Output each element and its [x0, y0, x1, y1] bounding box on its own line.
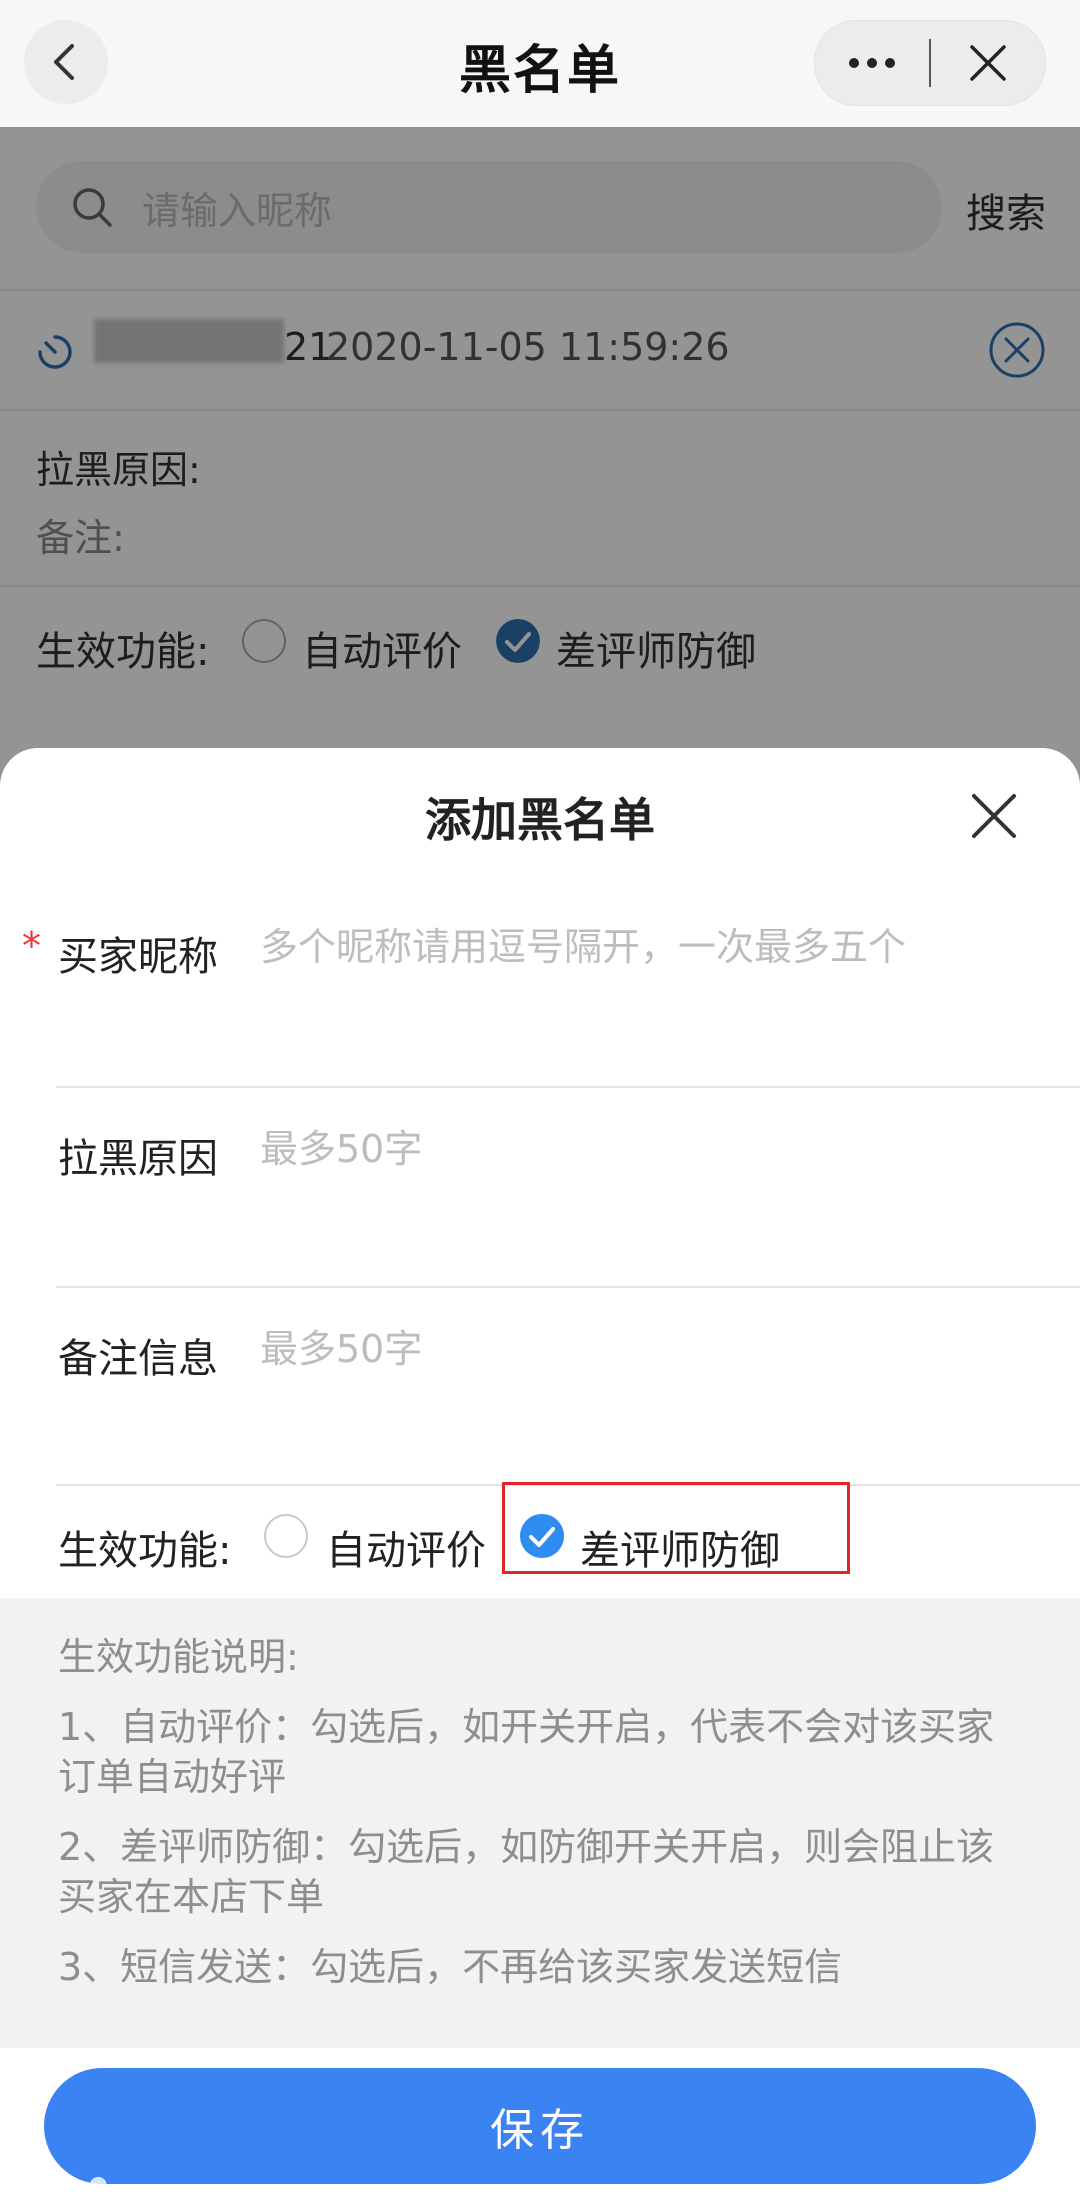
remark-input[interactable] — [260, 1322, 1060, 1376]
highlight-annotation-box — [502, 1482, 850, 1574]
close-icon — [970, 45, 1006, 81]
buyer-nickname-input[interactable] — [260, 920, 1060, 974]
top-nav-bar: 黑名单 — [0, 0, 1080, 127]
watermark-logo: ● ● ● ● — [10, 2172, 108, 2197]
mini-program-capsule — [814, 20, 1046, 106]
remark-label: 备注信息 — [58, 1336, 218, 1382]
remark-field: 备注信息 — [56, 1288, 1080, 1486]
buyer-nickname-field: * 买家昵称 — [22, 886, 1080, 1088]
block-reason-input[interactable] — [260, 1122, 1060, 1176]
sheet-title: 添加黑名单 — [425, 793, 655, 847]
desc-item-2: 2、差评师防御：勾选后，如防御开关开启，则会阻止该买家在本店下单 — [58, 1825, 995, 1919]
buyer-nickname-label: 买家昵称 — [58, 934, 218, 980]
required-marker: * — [22, 924, 41, 968]
function-description: 生效功能说明: 1、自动评价：勾选后，如开关开启，代表不会对该买家订单自动好评 … — [0, 1598, 1080, 2048]
auto-review-label[interactable]: 自动评价 — [326, 1518, 486, 1576]
close-icon[interactable] — [968, 790, 1020, 842]
desc-item-1: 1、自动评价：勾选后，如开关开启，代表不会对该买家订单自动好评 — [58, 1705, 995, 1799]
save-button[interactable]: 保存 — [44, 2068, 1036, 2184]
more-button[interactable] — [815, 21, 929, 105]
auto-review-radio[interactable] — [264, 1514, 308, 1558]
function-label: 生效功能: — [58, 1528, 232, 1574]
block-reason-field: 拉黑原因 — [56, 1088, 1080, 1288]
more-dots-icon — [849, 58, 895, 68]
desc-item-3: 3、短信发送：勾选后，不再给该买家发送短信 — [58, 1945, 843, 1989]
close-mini-program-button[interactable] — [931, 21, 1045, 105]
desc-title: 生效功能说明: — [58, 1635, 299, 1679]
block-reason-label: 拉黑原因 — [58, 1136, 218, 1182]
